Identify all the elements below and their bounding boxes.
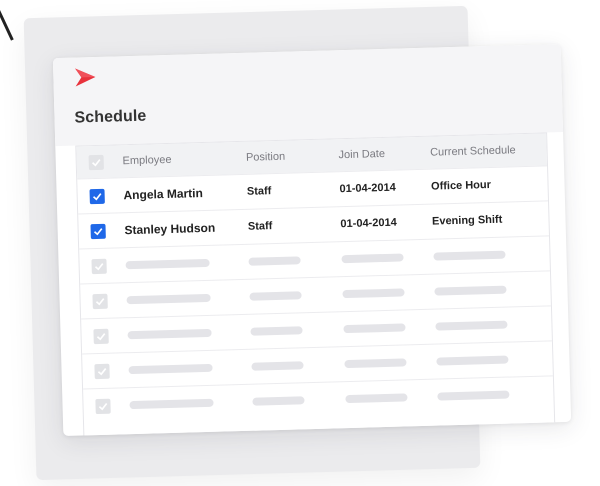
skeleton-bar — [252, 396, 305, 406]
schedule-card: Schedule Employee Position Join Date Cur… — [52, 43, 572, 437]
skeleton-bar — [343, 323, 406, 334]
employee-name: Angela Martin — [123, 186, 204, 203]
row-checkbox[interactable] — [95, 398, 111, 414]
schedule-table: Employee Position Join Date Current Sche… — [75, 132, 556, 437]
skeleton-bar — [127, 328, 212, 340]
current-schedule: Office Hour — [430, 178, 492, 193]
row-checkbox[interactable] — [89, 188, 105, 204]
skeleton-bar — [434, 320, 508, 331]
row-checkbox[interactable] — [91, 258, 107, 274]
skeleton-bar — [341, 253, 404, 264]
skeleton-bar — [432, 250, 506, 261]
skeleton-bar — [249, 291, 302, 301]
join-date: 01-04-2014 — [339, 181, 396, 196]
skeleton-bar — [344, 358, 407, 369]
column-header-join-date[interactable]: Join Date — [338, 147, 430, 161]
row-checkbox[interactable] — [92, 293, 108, 309]
current-schedule: Evening Shift — [431, 213, 503, 228]
logo-icon — [75, 68, 96, 87]
skeleton-bar — [128, 363, 213, 375]
skeleton-bar — [342, 288, 405, 299]
page-title: Schedule — [74, 107, 147, 127]
skeleton-bar — [435, 355, 509, 366]
employee-name: Stanley Hudson — [124, 220, 216, 238]
column-header-position[interactable]: Position — [246, 149, 339, 164]
skeleton-bar — [129, 398, 214, 410]
skeleton-bar — [126, 293, 211, 305]
skeleton-bar — [436, 390, 510, 401]
skeleton-bar — [345, 393, 408, 404]
column-header-employee[interactable]: Employee — [122, 152, 246, 167]
row-checkbox[interactable] — [94, 363, 110, 379]
skeleton-bar — [250, 326, 303, 336]
skeleton-bar — [251, 361, 304, 371]
skeleton-bar — [433, 285, 507, 296]
row-checkbox[interactable] — [93, 328, 109, 344]
card-header: Schedule — [52, 43, 564, 147]
position: Staff — [247, 220, 273, 233]
skeleton-bar — [248, 256, 301, 266]
skeleton-bar — [125, 258, 210, 270]
decorative-mark — [0, 0, 22, 41]
column-header-current-schedule[interactable]: Current Schedule — [430, 143, 547, 158]
select-all-checkbox[interactable] — [88, 154, 104, 170]
join-date: 01-04-2014 — [340, 216, 397, 231]
row-checkbox[interactable] — [90, 223, 106, 239]
position: Staff — [246, 185, 272, 198]
